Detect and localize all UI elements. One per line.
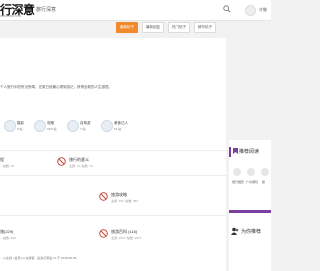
search-icon[interactable] xyxy=(223,5,231,13)
category-name: 自驾游 xyxy=(80,121,91,125)
category-food[interactable]: 美食达人 54 帖 xyxy=(101,120,141,144)
sidebar-recommended: 推荐阅读 旅行摄影 广州游玩 旅 xyxy=(229,140,271,271)
nav-link-home[interactable]: 旅行深意 xyxy=(36,6,56,13)
online-stats: …人在线 | 会员1,0 在游客 · 最多记录是 10 于 2018-08-05 xyxy=(0,256,77,260)
forum-icon xyxy=(99,192,108,201)
tab-featured-posts[interactable]: 精华帖子 xyxy=(194,22,216,33)
divider xyxy=(0,175,226,176)
category-name: 美食达人 xyxy=(114,121,128,125)
category-name: 摄影 xyxy=(17,121,24,125)
forum-meta: 主题: 1572, 帖数: 3574 xyxy=(111,236,142,240)
forum-meta: …帖数: 12 xyxy=(0,164,15,168)
category-count: 7 帖 xyxy=(80,127,86,131)
forum-card[interactable]: 旅游攻略 主题: 152, 帖数: 352 xyxy=(99,192,189,212)
recommended-name[interactable]: 旅行摄影 xyxy=(232,180,244,184)
tab-hot-posts[interactable]: 热门帖子 xyxy=(168,22,190,33)
forum-description: 个人旅行中的所见所闻，记录已经确心得到游记，获得全新的人生感悟。 xyxy=(0,85,112,89)
forum-meta: …帖数: 229 xyxy=(0,236,16,240)
tab-latest-replies[interactable]: 最新回复 xyxy=(142,22,164,33)
forum-title[interactable]: 旅游百科 (116) xyxy=(111,229,137,235)
forum-meta: 主题: 152, 帖数: 352 xyxy=(111,199,139,203)
food-icon xyxy=(101,120,113,132)
category-count: 54 帖 xyxy=(114,127,122,131)
forum-meta: 主题: 74, 帖数: 74 xyxy=(69,164,93,168)
recommended-title: 推荐阅读 xyxy=(239,149,260,155)
category-stats-row: 摄影 8 帖 攻略 66/6 帖 自驾游 7 帖 美食达人 54 帖 xyxy=(0,120,226,145)
top-navbar: 行深意 INNOVATION 旅行深意 许徽 xyxy=(0,0,271,21)
forum-card[interactable]: 旅游百科 (116) 主题: 1572, 帖数: 3574 xyxy=(99,229,189,249)
bookmark-icon xyxy=(233,148,238,154)
forum-icon xyxy=(99,229,108,238)
recommended-avatar[interactable] xyxy=(261,168,269,176)
user-avatar[interactable] xyxy=(245,5,256,16)
forum-title[interactable]: 旅行的意义 xyxy=(69,157,89,163)
recommended-name[interactable]: 广州游玩 xyxy=(246,180,258,184)
site-logo-subtitle: INNOVATION xyxy=(0,14,22,18)
recommended-name[interactable]: 旅 xyxy=(262,180,265,184)
for-you-header: 为你推荐 xyxy=(229,225,271,235)
category-count: 8 帖 xyxy=(17,127,23,131)
post-tabs: 最新帖子 最新回复 热门帖子 精华帖子 xyxy=(0,22,271,34)
divider xyxy=(0,215,226,216)
forum-icon xyxy=(57,157,66,166)
for-you-title: 为你推荐 xyxy=(241,229,262,235)
car-icon xyxy=(67,120,79,132)
recommended-avatar[interactable] xyxy=(233,168,241,176)
forum-card[interactable]: 旅(229) …帖数: 229 xyxy=(0,229,40,249)
forum-title[interactable]: 程 xyxy=(0,157,4,163)
user-name[interactable]: 许徽 xyxy=(259,7,267,13)
category-count: 66/6 帖 xyxy=(47,127,57,131)
map-icon xyxy=(34,120,46,132)
divider xyxy=(0,150,226,151)
category-name: 攻略 xyxy=(47,121,54,125)
recommended-header: 推荐阅读 xyxy=(229,147,273,157)
camera-icon xyxy=(4,120,16,132)
forum-title[interactable]: 旅游攻略 xyxy=(111,192,127,198)
forum-card[interactable]: 程 …帖数: 12 xyxy=(0,157,40,177)
forum-card[interactable]: 旅行的意义 主题: 74, 帖数: 74 xyxy=(57,157,147,177)
user-group-icon xyxy=(231,227,239,235)
forum-title[interactable]: 旅(229) xyxy=(0,229,13,235)
recommended-avatar[interactable] xyxy=(247,168,255,176)
sidebar-accent-bar xyxy=(229,210,271,213)
tab-latest-posts[interactable]: 最新帖子 xyxy=(116,22,138,33)
